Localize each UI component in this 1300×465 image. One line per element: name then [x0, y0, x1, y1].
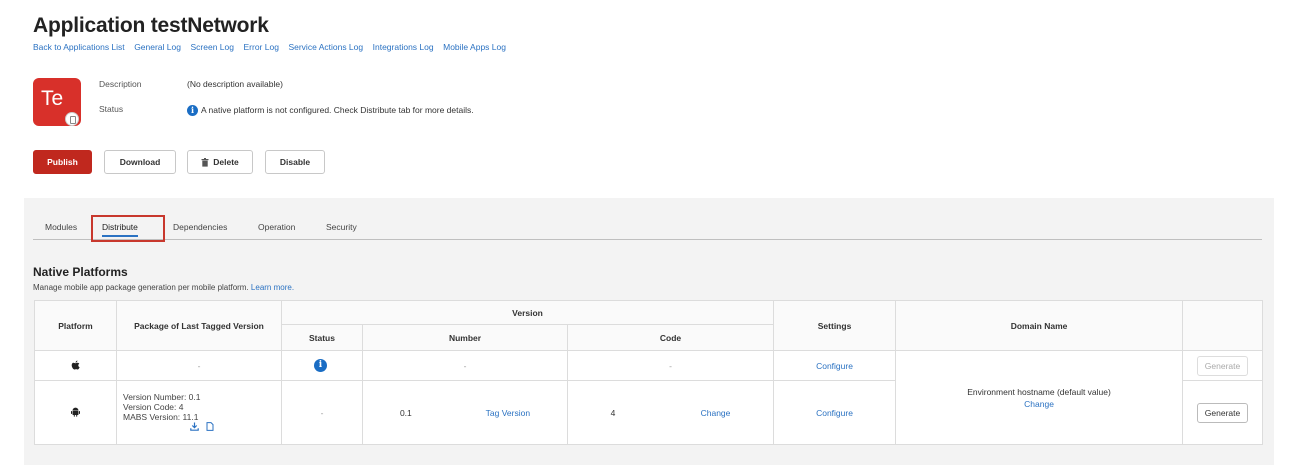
native-platforms-title: Native Platforms [33, 265, 128, 279]
tab-dependencies[interactable]: Dependencies [173, 222, 227, 232]
delete-button-label: Delete [213, 157, 239, 167]
page-title: Application testNetwork [33, 14, 269, 37]
android-package: Version Number: 0.1 Version Code: 4 MABS… [116, 380, 282, 445]
android-status: - [281, 380, 363, 445]
header-number: Number [362, 324, 568, 351]
download-icon[interactable] [189, 422, 199, 431]
table-row-ios: - i - - Configure Environment hostname (… [34, 350, 1264, 445]
learn-more-link[interactable]: Learn more. [251, 283, 294, 292]
tab-security[interactable]: Security [326, 222, 357, 232]
info-icon: i [187, 105, 198, 117]
ios-generate-cell: Generate [1182, 350, 1264, 381]
domain-cell: Environment hostname (default value) Cha… [895, 350, 1184, 445]
android-generate-button[interactable]: Generate [1196, 402, 1249, 423]
android-generate-cell: Generate [1182, 380, 1264, 445]
package-version-code: Version Code: 4 [123, 401, 184, 412]
platform-cell [34, 380, 117, 445]
header-status: Status [281, 324, 363, 351]
ios-code: - [566, 350, 775, 381]
header-settings: Settings [773, 300, 897, 351]
change-code-link[interactable]: Change [701, 408, 731, 418]
domain-value: Environment hostname (default value) [967, 386, 1111, 397]
download-button[interactable]: Download [104, 150, 176, 174]
header-version: Version [280, 300, 775, 325]
tab-operation[interactable]: Operation [258, 222, 295, 232]
ios-generate-button[interactable]: Generate [1196, 355, 1249, 376]
package-mabs-version: MABS Version: 11.1 [123, 411, 199, 422]
header-platform: Platform [34, 300, 117, 351]
active-tab-highlight [91, 215, 165, 242]
domain-change-link[interactable]: Change [896, 398, 1182, 410]
tab-bar: Modules Distribute Dependencies Operatio… [33, 220, 1262, 240]
native-platforms-table: Platform Package of Last Tagged Version … [34, 300, 1264, 445]
native-platforms-subtitle: Manage mobile app package generation per… [33, 283, 294, 292]
android-number: 0.1 [399, 407, 412, 418]
status-value: A native platform is not configured. Che… [201, 105, 474, 115]
screen-log-link[interactable]: Screen Log [191, 42, 234, 52]
page-header: Application testNetwork Back to Applicat… [33, 14, 1273, 52]
publish-button[interactable]: Publish [33, 150, 92, 174]
status-label: Status [99, 104, 124, 114]
header-domain: Domain Name [895, 300, 1184, 351]
trash-icon [201, 157, 209, 167]
mobile-phone-icon [65, 112, 79, 126]
android-code-cell: 4 Change [566, 380, 775, 445]
tag-version-link[interactable]: Tag Version [486, 408, 530, 418]
android-code: 4 [610, 407, 616, 418]
status-message: iA native platform is not configured. Ch… [187, 105, 474, 117]
publish-button-label: Publish [47, 157, 78, 167]
delete-button[interactable]: Delete [187, 150, 253, 174]
general-log-link[interactable]: General Log [134, 42, 181, 52]
apple-icon [71, 360, 80, 369]
header-package: Package of Last Tagged Version [116, 300, 282, 351]
content-panel: Modules Distribute Dependencies Operatio… [24, 198, 1274, 465]
ios-package: - [116, 350, 282, 381]
integrations-log-link[interactable]: Integrations Log [373, 42, 434, 52]
tab-modules[interactable]: Modules [45, 222, 77, 232]
info-icon[interactable]: i [314, 359, 327, 372]
description-value: (No description available) [187, 79, 283, 89]
package-version-number: Version Number: 0.1 [123, 391, 201, 402]
log-links: Back to Applications List General Log Sc… [33, 42, 1273, 52]
header-actions [1182, 300, 1264, 351]
ios-status: i [281, 350, 363, 381]
android-configure-link[interactable]: Configure [773, 380, 897, 445]
download-button-label: Download [119, 157, 161, 167]
disable-button-label: Disable [279, 157, 311, 167]
description-label: Description [99, 79, 142, 89]
mobile-apps-log-link[interactable]: Mobile Apps Log [443, 42, 506, 52]
android-number-cell: 0.1 Tag Version [362, 380, 568, 445]
android-icon [71, 407, 80, 417]
back-to-applications-link[interactable]: Back to Applications List [33, 42, 125, 52]
subtitle-text: Manage mobile app package generation per… [33, 283, 249, 292]
ios-number: - [362, 350, 568, 381]
package-actions [123, 421, 281, 434]
file-icon[interactable] [206, 421, 214, 431]
header-code: Code [566, 324, 775, 351]
ios-configure-link[interactable]: Configure [773, 350, 897, 381]
disable-button[interactable]: Disable [265, 150, 325, 174]
service-actions-log-link[interactable]: Service Actions Log [288, 42, 363, 52]
app-icon-initials: Te [41, 87, 64, 110]
app-icon: Te [33, 78, 81, 126]
error-log-link[interactable]: Error Log [244, 42, 279, 52]
platform-cell [34, 350, 117, 381]
